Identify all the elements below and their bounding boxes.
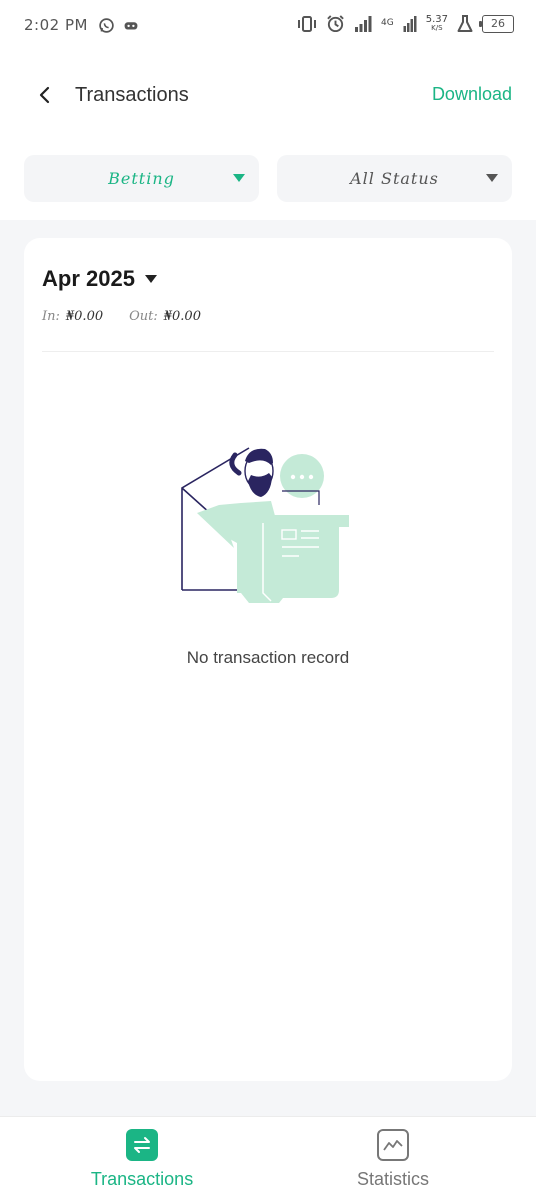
- nav-transactions[interactable]: Transactions: [42, 1129, 242, 1190]
- signal-icon: [355, 15, 372, 32]
- nav-transactions-label: Transactions: [90, 1169, 194, 1189]
- caret-down-icon: [233, 174, 245, 182]
- app-header: Transactions Download: [0, 72, 536, 120]
- battery-icon: 26: [479, 14, 514, 33]
- status-left-icons: [98, 17, 139, 34]
- empty-records-illustration: [181, 447, 349, 603]
- chevron-left-icon: [39, 86, 50, 104]
- category-filter-value: Betting: [108, 169, 175, 188]
- status-filter-dropdown[interactable]: All Status: [277, 155, 512, 202]
- divider: [42, 351, 494, 352]
- in-value: ₦0.00: [65, 309, 104, 324]
- bottom-navigation: Transactions Statistics: [0, 1116, 536, 1200]
- network-type: 4G: [381, 18, 394, 28]
- nav-statistics-label: Statistics: [356, 1169, 430, 1189]
- in-out-summary: In: ₦0.00 Out: ₦0.00: [42, 309, 221, 324]
- download-button[interactable]: Download: [432, 84, 512, 105]
- vibrate-icon: [298, 15, 317, 32]
- swap-arrows-icon: [126, 1129, 158, 1161]
- in-label: In:: [42, 309, 60, 324]
- status-time: 2:02 PM: [24, 16, 88, 34]
- out-value: ₦0.00: [163, 309, 201, 324]
- out-label: Out:: [129, 309, 158, 324]
- alarm-icon: [327, 15, 344, 33]
- lab-flask-icon: [457, 14, 473, 32]
- signal-icon: [403, 15, 417, 32]
- status-bar: 2:02 PM 4G 5.37 K/S 26: [0, 0, 536, 54]
- month-selector[interactable]: Apr 2025: [42, 266, 157, 292]
- status-right-icons: 4G 5.37 K/S 26: [297, 14, 514, 33]
- status-filter-value: All Status: [350, 169, 439, 188]
- back-button[interactable]: [30, 80, 60, 110]
- network-speed: 5.37 K/S: [425, 13, 448, 32]
- empty-state-message: No transaction record: [186, 648, 350, 667]
- caret-down-icon: [486, 174, 498, 182]
- line-chart-icon: [377, 1129, 409, 1161]
- caret-down-icon: [144, 274, 157, 283]
- page-title: Transactions: [75, 84, 189, 106]
- whatsapp-icon: [99, 18, 114, 33]
- month-label: Apr 2025: [42, 266, 135, 291]
- category-filter-dropdown[interactable]: Betting: [24, 155, 259, 202]
- nav-statistics[interactable]: Statistics: [293, 1129, 493, 1190]
- transactions-card: Apr 2025 In: ₦0.00 Out: ₦0.00 No transac…: [24, 238, 512, 1081]
- game-controller-icon: [124, 22, 138, 30]
